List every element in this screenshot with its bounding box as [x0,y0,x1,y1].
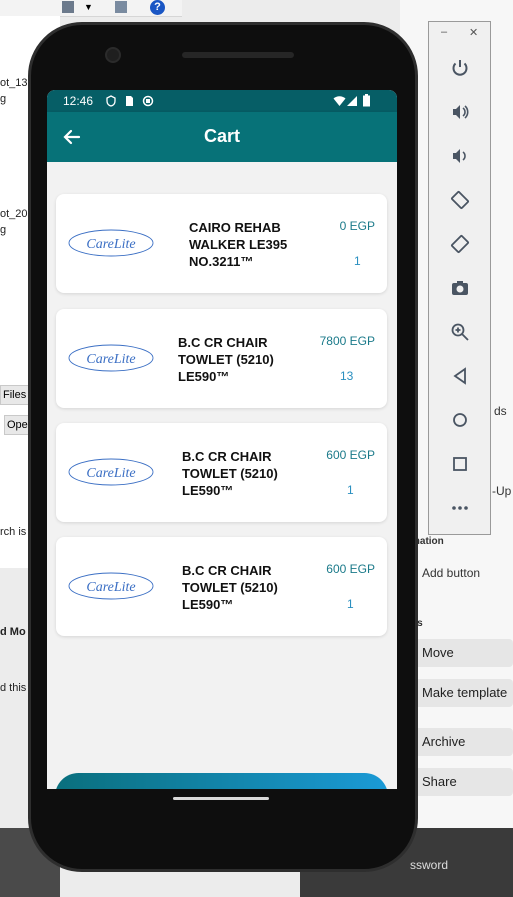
wifi-icon [333,96,346,106]
bg-label: ds [494,404,507,418]
item-name: B.C CR CHAIR TOWLET (5210) LE590™ [178,335,274,384]
emulator-toolbar: – ✕ [428,21,491,535]
cart-item[interactable]: CareLite B.C CR CHAIR TOWLET (5210) LE59… [56,423,387,522]
item-price: 7800 EGP [319,334,375,348]
item-name: B.C CR CHAIR TOWLET (5210) LE590™ [182,449,278,498]
layout-icon[interactable] [115,1,127,13]
page-title: Cart [203,126,240,146]
bg-label: g [0,224,7,236]
bg-label: ssword [410,858,449,872]
svg-text:CareLite: CareLite [86,237,135,252]
bg-label: ot_13 [0,77,28,89]
svg-text:CareLite: CareLite [86,352,135,367]
item-quantity: 1 [354,254,361,268]
cart-item[interactable]: CareLite CAIRO REHAB WALKER LE395 NO.321… [56,194,387,293]
close-icon[interactable]: ✕ [469,26,478,39]
help-icon[interactable]: ? [150,0,165,15]
svg-text:CareLite: CareLite [86,466,135,481]
carelite-logo: CareLite [68,572,154,600]
volume-down-icon[interactable] [447,143,473,169]
shield-status-icon [106,95,116,107]
bg-label: d Mo [0,626,26,638]
item-quantity: 13 [340,369,354,383]
power-icon[interactable] [447,55,473,81]
dropdown-arrow-icon[interactable]: ▼ [84,1,96,13]
item-name: CAIRO REHAB WALKER LE395 NO.3211™ [189,220,288,269]
bg-label: -Up [492,484,512,498]
more-options-icon[interactable] [447,495,473,521]
item-price: 600 EGP [326,562,375,576]
item-price: 0 EGP [339,219,375,233]
carelite-logo: CareLite [68,344,154,372]
zoom-icon[interactable] [447,319,473,345]
cart-list: CareLite CAIRO REHAB WALKER LE395 NO.321… [47,162,397,789]
home-nav-icon[interactable] [447,407,473,433]
item-quantity: 1 [347,483,354,497]
status-bar: 12:46 [47,90,397,112]
item-name: B.C CR CHAIR TOWLET (5210) LE590™ [182,563,278,612]
signal-icon [347,96,357,106]
app-bar: Cart [47,112,397,162]
rotate-left-icon[interactable] [447,187,473,213]
item-price: 600 EGP [326,448,375,462]
bg-label: rch is [0,526,27,538]
cart-item[interactable]: CareLite B.C CR CHAIR TOWLET (5210) LE59… [56,309,387,408]
carelite-logo: CareLite [68,229,154,257]
minimize-icon[interactable]: – [441,26,447,38]
phone-screen: 12:46 Cart CareLite CAIRO REHAB WALKER L… [47,90,397,789]
battery-icon [363,94,370,107]
earpiece-speaker [182,52,294,58]
background-window-toolbar: ▼ ? [0,0,182,17]
rotate-right-icon[interactable] [447,231,473,257]
camera-icon[interactable] [447,275,473,301]
gesture-home-bar[interactable] [173,797,269,800]
front-camera [105,47,121,63]
carelite-logo: CareLite [68,458,154,486]
overview-nav-icon[interactable] [447,451,473,477]
svg-text:CareLite: CareLite [86,580,135,595]
sync-status-icon [142,95,154,107]
cart-item[interactable]: CareLite B.C CR CHAIR TOWLET (5210) LE59… [56,537,387,636]
window-icon[interactable] [62,1,74,13]
bg-label: g [0,93,7,105]
bg-label: d this [0,682,27,694]
volume-up-icon[interactable] [447,99,473,125]
item-quantity: 1 [347,597,354,611]
add-button-link[interactable]: Add button [422,566,480,580]
checkout-button[interactable]: Checkout [55,773,388,789]
back-nav-icon[interactable] [447,363,473,389]
bg-label: ot_20 [0,208,28,220]
status-time: 12:46 [63,94,94,108]
sd-card-status-icon [126,96,133,106]
